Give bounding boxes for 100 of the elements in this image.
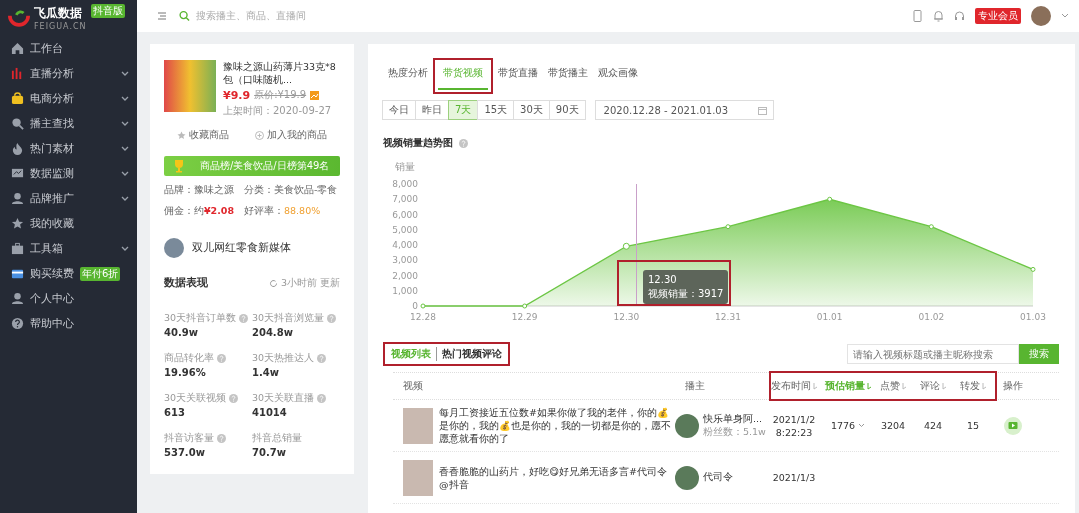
sidebar-item[interactable]: 个人中心 (0, 286, 137, 311)
video-title[interactable]: 每月工资接近五位数#如果你做了我的老伴，你的💰是你的，我的💰也是你的，我的一切都是你的，愿不愿意就看你的了 (439, 406, 675, 445)
tab[interactable]: 带货直播 (493, 62, 543, 90)
tab[interactable]: 热度分析 (383, 62, 433, 90)
column-header[interactable]: 评论 (913, 379, 953, 393)
sidebar-item[interactable]: 帮助中心 (0, 311, 137, 336)
avatar[interactable] (1031, 6, 1051, 26)
author-avatar (675, 465, 699, 490)
shop-avatar (164, 238, 184, 258)
commission-label: 佣金：约¥2.08 (164, 205, 236, 218)
help-icon[interactable] (217, 434, 226, 443)
help-icon[interactable] (317, 354, 327, 363)
help-icon[interactable] (239, 314, 249, 323)
data-point[interactable] (928, 224, 934, 230)
sidebar-item[interactable]: 工具箱 (0, 236, 137, 261)
tab[interactable]: 带货播主 (543, 62, 593, 90)
metric-value: 537.0w (164, 447, 206, 458)
sort-icon[interactable] (941, 382, 947, 390)
metric-value: 204.8w (252, 327, 294, 338)
search-icon (179, 10, 190, 22)
sidebar-item[interactable]: 热门素材 (0, 136, 137, 161)
sidebar-item[interactable]: 我的收藏 (0, 211, 137, 236)
tab[interactable]: 观众画像 (593, 62, 643, 90)
data-point[interactable] (827, 196, 833, 202)
sort-icon[interactable] (981, 382, 987, 390)
video-title[interactable]: 香香脆脆的山药片，好吃😋好兄弟无语多言#代司令 @抖音 (439, 464, 675, 491)
axis-label: 12.28 (410, 312, 436, 322)
help-icon[interactable] (327, 314, 337, 323)
help-icon[interactable] (217, 354, 226, 363)
chevron-down-icon[interactable] (1061, 13, 1069, 19)
sidebar-item[interactable]: 品牌推广 (0, 186, 137, 211)
sidebar-item[interactable]: 数据监测 (0, 161, 137, 186)
column-header[interactable]: 转发 (953, 379, 993, 393)
person-icon (11, 292, 24, 305)
bar-chart-icon (11, 67, 24, 80)
shop-name[interactable]: 双儿网红零食新媒体 (192, 241, 291, 255)
axis-title: 销量 (395, 161, 415, 172)
metric-label: 30天抖音订单数 (164, 312, 237, 325)
sidebar-item[interactable]: 电商分析 (0, 86, 137, 111)
star-icon (177, 130, 186, 140)
metric-label: 30天关联直播 (252, 392, 315, 405)
data-point[interactable] (522, 303, 528, 309)
logo-icon (8, 9, 30, 27)
metric-value: 1.4w (252, 367, 280, 378)
author-name[interactable]: 代司令 (703, 471, 733, 484)
column-header[interactable]: 发布时间 (765, 379, 823, 393)
metric-label: 30天热推达人 (252, 352, 315, 365)
table-cell-text: 424 (922, 419, 944, 432)
sort-icon[interactable] (812, 382, 818, 390)
add-product-button[interactable]: 加入我的商品 (255, 128, 327, 142)
metric-label: 抖音总销量 (252, 432, 302, 445)
date-range-field[interactable]: 2020.12.28 - 2021.01.03 (594, 100, 775, 120)
sort-icon[interactable] (901, 382, 907, 390)
data-point[interactable] (622, 242, 630, 250)
axis-label: 6,000 (392, 209, 418, 220)
column-header: 视频 (402, 379, 424, 393)
trend-icon[interactable] (310, 90, 320, 100)
video-search-field[interactable]: 请输入视频标题或播主昵称搜索 (847, 344, 1019, 364)
table-cell-text: 3204 (879, 419, 907, 432)
sidebar-item[interactable]: 播主查找 (0, 111, 137, 136)
bell-icon[interactable] (933, 10, 944, 22)
sidebar-item[interactable]: 购买续费 年付6折 (0, 261, 137, 286)
range-button[interactable]: 今日 (382, 100, 416, 120)
person-icon (11, 192, 24, 205)
data-point[interactable] (1030, 266, 1036, 272)
sort-icon[interactable] (866, 382, 872, 390)
sidebar-item[interactable]: 工作台 (0, 36, 137, 61)
axis-label: 12.29 (511, 312, 538, 322)
play-video-icon[interactable] (1004, 416, 1022, 435)
data-point[interactable] (725, 224, 731, 230)
tab[interactable]: 热门视频评论 (436, 347, 502, 361)
range-button[interactable]: 15天 (477, 100, 515, 120)
brand-name: 飞瓜数据 (34, 5, 83, 22)
caret-icon[interactable] (858, 423, 866, 428)
range-button[interactable]: 30天 (513, 100, 550, 120)
range-button[interactable]: 90天 (548, 100, 586, 120)
product-title[interactable]: 豫味之源山药薄片33克*8包（口味随机... (223, 60, 340, 86)
category-label: 分类：美食饮品-零食 (244, 184, 339, 197)
column-header[interactable]: 点赞 (873, 379, 913, 393)
metric-label: 商品转化率 (164, 352, 214, 365)
author-name[interactable]: 快乐单身阿... (703, 412, 766, 426)
original-price: 原价:¥19.9 (254, 88, 307, 102)
flame-icon (11, 142, 24, 155)
axis-label: 12.30 (613, 312, 640, 322)
metric-value: 41014 (252, 407, 288, 418)
phone-icon[interactable] (912, 10, 923, 22)
author-avatar (675, 413, 699, 438)
fan-count: 粉丝数：5.1w (703, 425, 766, 439)
data-point[interactable] (420, 303, 426, 309)
favorite-button[interactable]: 收藏商品 (177, 128, 229, 142)
chart-title: 视频销量趋势图 (383, 136, 453, 150)
help-icon[interactable] (229, 394, 239, 403)
metric-value: 40.9w (164, 327, 199, 338)
menu-icon[interactable] (157, 11, 167, 21)
headset-icon[interactable] (954, 10, 965, 22)
help-icon[interactable] (459, 138, 468, 148)
range-button[interactable]: 昨日 (415, 100, 449, 120)
publish-time: 2021/1/3 (771, 471, 817, 484)
help-icon[interactable] (317, 394, 327, 403)
sidebar-item[interactable]: 直播分析 (0, 61, 137, 86)
